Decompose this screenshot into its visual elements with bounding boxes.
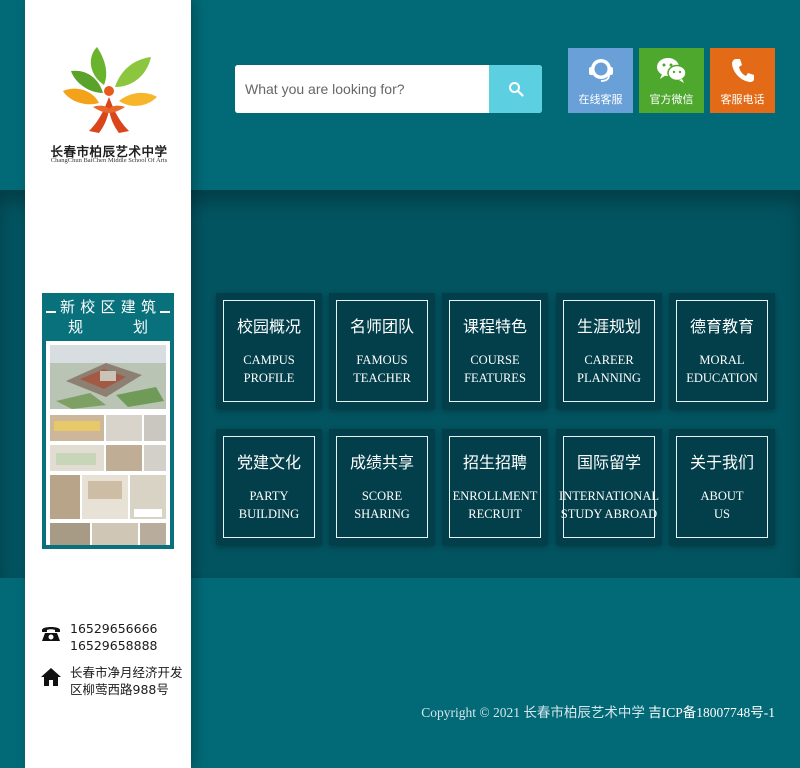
nav-score-sharing[interactable]: 成绩共享 SCORE SHARING: [329, 429, 435, 545]
nav-label-en: ABOUT US: [700, 489, 744, 521]
tree-logo-icon: [63, 47, 157, 133]
nav-label-en: ENROLLMENT RECRUIT: [452, 489, 538, 521]
nav-label-cn: 生涯规划: [576, 317, 641, 336]
nav-study-abroad[interactable]: 国际留学 INTERNATIONAL STUDY ABROAD: [556, 429, 662, 545]
nav-about-us[interactable]: 关于我们 ABOUT US: [669, 429, 775, 545]
campus-plan-card[interactable]: 新校区建筑 规划: [42, 293, 174, 549]
sidebar: 长春市柏辰艺术中学 ChangChun BaiChen Middle Schoo…: [25, 0, 191, 768]
phone-number-2[interactable]: 16529658888: [70, 637, 186, 654]
search-input[interactable]: [235, 65, 489, 113]
campus-title-line1: 新校区建筑: [60, 298, 156, 316]
nav-label-en: CAMPUS PROFILE: [243, 353, 295, 385]
nav-tile-frame: 校园概况 CAMPUS PROFILE: [223, 300, 315, 402]
phone-icon: [710, 56, 775, 84]
service-phone-button[interactable]: 客服电话: [710, 48, 775, 113]
nav-tile-frame: 名师团队 FAMOUS TEACHER: [336, 300, 428, 402]
copyright-text: Copyright © 2021 长春市柏辰艺术中学: [421, 705, 645, 720]
nav-tile-frame: 关于我们 ABOUT US: [676, 436, 768, 538]
nav-tile-frame: 党建文化 PARTY BUILDING: [223, 436, 315, 538]
nav-tile-frame: 德育教育 MORAL EDUCATION: [676, 300, 768, 402]
online-service-label: 在线客服: [578, 93, 623, 106]
service-phone-label: 客服电话: [720, 93, 765, 106]
contact-info: 16529656666 16529658888 长春市净月经济开发区柳莺西路98…: [40, 620, 186, 698]
nav-label-cn: 招生招聘: [462, 453, 527, 472]
nav-campus-profile[interactable]: 校园概况 CAMPUS PROFILE: [216, 293, 322, 409]
phone-number-1[interactable]: 16529656666: [70, 620, 186, 637]
school-name-en: ChangChun BaiChen Middle School Of Arts: [50, 157, 168, 164]
nav-label-en: COURSE FEATURES: [464, 353, 526, 385]
nav-label-en: CAREER PLANNING: [577, 353, 641, 385]
nav-label-en: PARTY BUILDING: [238, 489, 300, 521]
nav-label-cn: 名师团队: [349, 317, 414, 336]
campus-plan-image[interactable]: [46, 341, 170, 545]
search-button[interactable]: [489, 65, 542, 113]
icp-license-link[interactable]: 吉ICP备18007748号-1: [648, 705, 775, 720]
contact-phone: 16529656666 16529658888: [40, 620, 186, 654]
title-dash-right: [160, 311, 170, 313]
nav-course-features[interactable]: 课程特色 COURSE FEATURES: [442, 293, 548, 409]
campus-plan-title: 新校区建筑 规划: [42, 297, 174, 337]
contact-address: 长春市净月经济开发区柳莺西路988号: [40, 664, 186, 698]
footer-copyright: Copyright © 2021 长春市柏辰艺术中学 吉ICP备18007748…: [340, 701, 775, 721]
nav-tile-frame: 成绩共享 SCORE SHARING: [336, 436, 428, 538]
nav-label-cn: 党建文化: [236, 453, 301, 472]
nav-tile-frame: 课程特色 COURSE FEATURES: [449, 300, 541, 402]
nav-tile-frame: 国际留学 INTERNATIONAL STUDY ABROAD: [559, 436, 659, 538]
nav-label-en: FAMOUS TEACHER: [353, 353, 411, 385]
nav-label-en: SCORE SHARING: [354, 489, 410, 521]
nav-tile-frame: 生涯规划 CAREER PLANNING: [563, 300, 655, 402]
home-icon: [40, 666, 62, 688]
nav-party-building[interactable]: 党建文化 PARTY BUILDING: [216, 429, 322, 545]
nav-label-cn: 课程特色: [462, 317, 527, 336]
nav-label-cn: 德育教育: [689, 317, 754, 336]
official-wechat-button[interactable]: 官方微信: [639, 48, 704, 113]
nav-label-cn: 关于我们: [689, 453, 754, 472]
wechat-icon: [639, 56, 704, 84]
nav-career-planning[interactable]: 生涯规划 CAREER PLANNING: [556, 293, 662, 409]
nav-famous-teacher[interactable]: 名师团队 FAMOUS TEACHER: [329, 293, 435, 409]
nav-moral-education[interactable]: 德育教育 MORAL EDUCATION: [669, 293, 775, 409]
title-dash-left: [46, 311, 56, 313]
telephone-icon: [40, 622, 62, 644]
customer-service-icon: [568, 56, 633, 84]
nav-label-cn: 国际留学: [576, 453, 641, 472]
nav-label-cn: 校园概况: [236, 317, 301, 336]
search-bar: [235, 65, 542, 113]
nav-label-cn: 成绩共享: [349, 453, 414, 472]
school-logo[interactable]: 长春市柏辰艺术中学 ChangChun BaiChen Middle Schoo…: [41, 45, 177, 170]
online-service-button[interactable]: 在线客服: [568, 48, 633, 113]
official-wechat-label: 官方微信: [649, 93, 694, 106]
nav-label-en: INTERNATIONAL STUDY ABROAD: [559, 489, 659, 521]
nav-enrollment-recruit[interactable]: 招生招聘 ENROLLMENT RECRUIT: [442, 429, 548, 545]
campus-title-line2: 规划: [68, 318, 148, 336]
nav-tile-frame: 招生招聘 ENROLLMENT RECRUIT: [449, 436, 541, 538]
address-text: 长春市净月经济开发区柳莺西路988号: [70, 665, 183, 697]
search-icon: [508, 82, 524, 97]
nav-label-en: MORAL EDUCATION: [686, 353, 758, 385]
